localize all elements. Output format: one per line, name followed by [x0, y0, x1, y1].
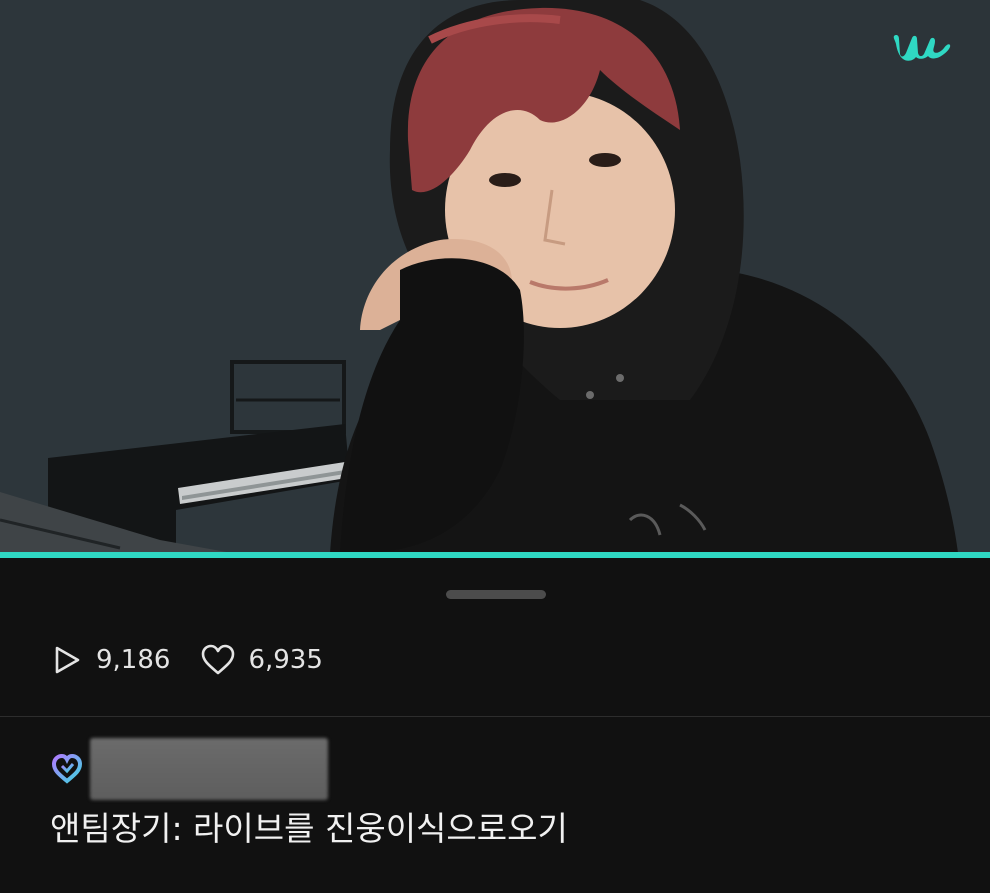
video-player[interactable]	[0, 0, 990, 553]
playback-progress-bar[interactable]	[0, 552, 990, 558]
drag-handle[interactable]	[446, 590, 546, 599]
playback-progress-fill	[0, 552, 990, 558]
post-title: 앤팀장기: 라이브를 진웅이식으로오기	[50, 809, 568, 848]
artist-badge-icon	[51, 753, 83, 784]
author-name-redacted	[90, 738, 328, 800]
video-frame	[0, 0, 990, 553]
weverse-logo-icon	[893, 35, 951, 61]
play-icon	[55, 646, 80, 674]
play-count-value: 9,186	[96, 645, 171, 675]
heart-icon[interactable]	[200, 643, 236, 677]
stats-row: 9,186 6,935	[50, 638, 353, 682]
like-count-value: 6,935	[248, 645, 323, 675]
play-count: 9,186	[50, 643, 170, 677]
like-count: 6,935	[200, 643, 323, 677]
section-divider	[0, 716, 990, 717]
author-row[interactable]	[50, 738, 328, 800]
